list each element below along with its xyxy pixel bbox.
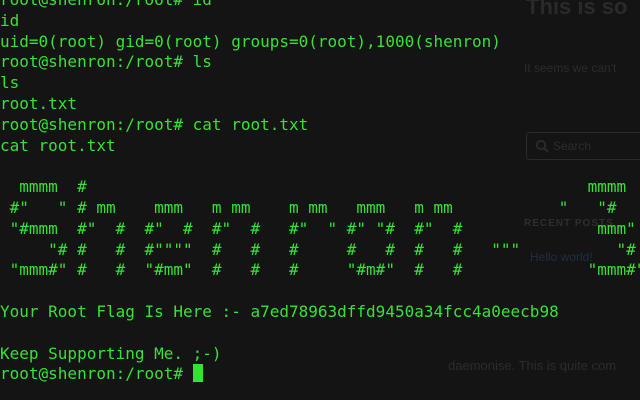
terminal-prompt: root@shenron:/root# [0, 364, 193, 384]
terminal-line: root@shenron:/root# cat root.txt [0, 114, 309, 134]
terminal-line: Keep Supporting Me. ;-) [0, 343, 222, 363]
terminal-line: root@shenron:/root# id [0, 0, 640, 11]
ascii-art-line: "# # # #"""" # # # # # # # """ "# [0, 239, 636, 259]
terminal-line: id [0, 10, 20, 30]
ascii-art-line: mmmm # mmmm [0, 177, 627, 197]
root-flag-line: Your Root Flag Is Here :- a7ed78963dffd9… [0, 301, 559, 321]
terminal-line: root@shenron:/root# ls [0, 52, 212, 72]
terminal-line: cat root.txt [0, 135, 116, 155]
ascii-art-line: #" " # mm mmm m mm m mm mmm m mm " "# [0, 197, 617, 217]
terminal-line: ls [0, 73, 20, 93]
terminal-line: root.txt [0, 93, 78, 113]
terminal-output[interactable]: root@shenron:/root# id id uid=0(root) gi… [0, 0, 640, 400]
ascii-art-line: "#mmm #" # #" # #" # #" " #" "# #" # mmm… [0, 218, 636, 238]
desktop-screen: This is so It seems we can't Search RECE… [0, 0, 640, 400]
ascii-art-line: "mmm#" # # "#mm" # # # "#m#" # # "mmm#" [0, 260, 640, 280]
terminal-cursor [192, 364, 203, 383]
current-prompt-line[interactable]: root@shenron:/root# [0, 364, 640, 385]
terminal-line: uid=0(root) gid=0(root) groups=0(root),1… [0, 31, 501, 51]
